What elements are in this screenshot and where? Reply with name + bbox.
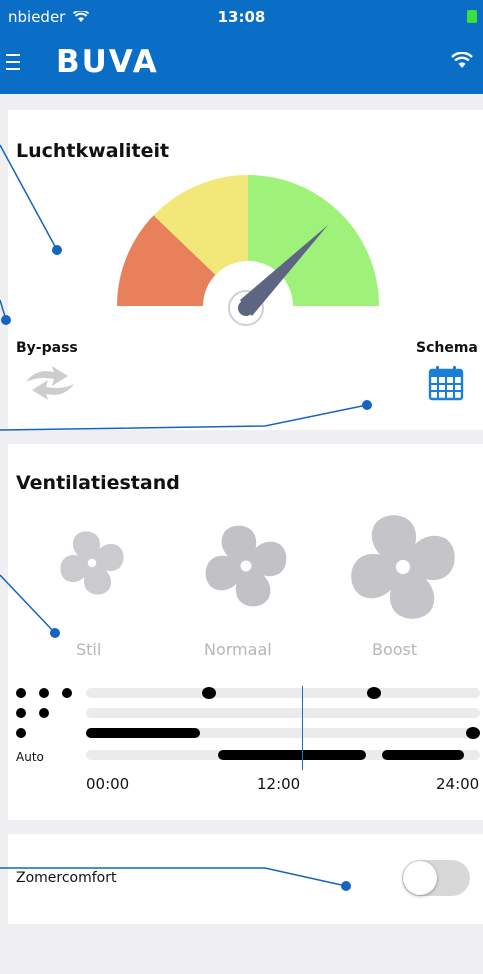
level-silent-dot	[16, 728, 26, 738]
fan-icon[interactable]	[56, 527, 128, 599]
menu-icon[interactable]	[6, 54, 20, 72]
app-logo: BUVA	[56, 44, 159, 80]
level-boost-dot	[16, 688, 26, 698]
calendar-icon[interactable]	[428, 365, 464, 401]
mode-stil-label[interactable]: Stil	[76, 640, 101, 659]
schedule-label: Schema	[416, 340, 478, 356]
level-normal-dot	[39, 708, 49, 718]
time-label-end: 24:00	[436, 775, 480, 793]
schedule-event[interactable]	[202, 687, 216, 699]
clock: 13:08	[217, 8, 266, 26]
summer-comfort-label: Zomercomfort	[16, 870, 117, 886]
toggle-knob	[403, 861, 437, 895]
bypass-icon[interactable]	[22, 364, 78, 402]
fan-icon[interactable]	[200, 520, 292, 612]
battery-icon	[467, 10, 477, 23]
current-time-marker	[302, 686, 303, 770]
level-boost-dot	[62, 688, 72, 698]
air-quality-gauge	[117, 175, 379, 326]
level-normal-dot	[16, 708, 26, 718]
bypass-label: By-pass	[16, 340, 78, 356]
schedule-event[interactable]	[466, 727, 480, 739]
schedule-segment[interactable]	[382, 750, 464, 760]
air-quality-title: Luchtkwaliteit	[16, 140, 170, 162]
mode-boost-label[interactable]: Boost	[372, 640, 417, 659]
time-label-start: 00:00	[86, 775, 130, 793]
time-label-noon: 12:00	[257, 775, 301, 793]
ventilation-card	[8, 444, 483, 820]
fan-icon[interactable]	[344, 508, 462, 626]
schedule-track-normal[interactable]	[86, 708, 480, 718]
navigation-bar: BUVA	[0, 34, 483, 94]
summer-comfort-toggle[interactable]	[402, 860, 470, 896]
schedule-segment[interactable]	[86, 728, 200, 738]
level-boost-dot	[39, 688, 49, 698]
schedule-track-boost[interactable]	[86, 688, 480, 698]
status-bar: nbieder 13:08	[0, 0, 483, 34]
auto-label: Auto	[16, 750, 44, 764]
schedule-segment[interactable]	[218, 750, 366, 760]
wifi-icon[interactable]	[451, 52, 473, 70]
ventilation-title: Ventilatiestand	[16, 472, 180, 494]
schedule-event[interactable]	[367, 687, 381, 699]
mode-normaal-label[interactable]: Normaal	[204, 640, 272, 659]
